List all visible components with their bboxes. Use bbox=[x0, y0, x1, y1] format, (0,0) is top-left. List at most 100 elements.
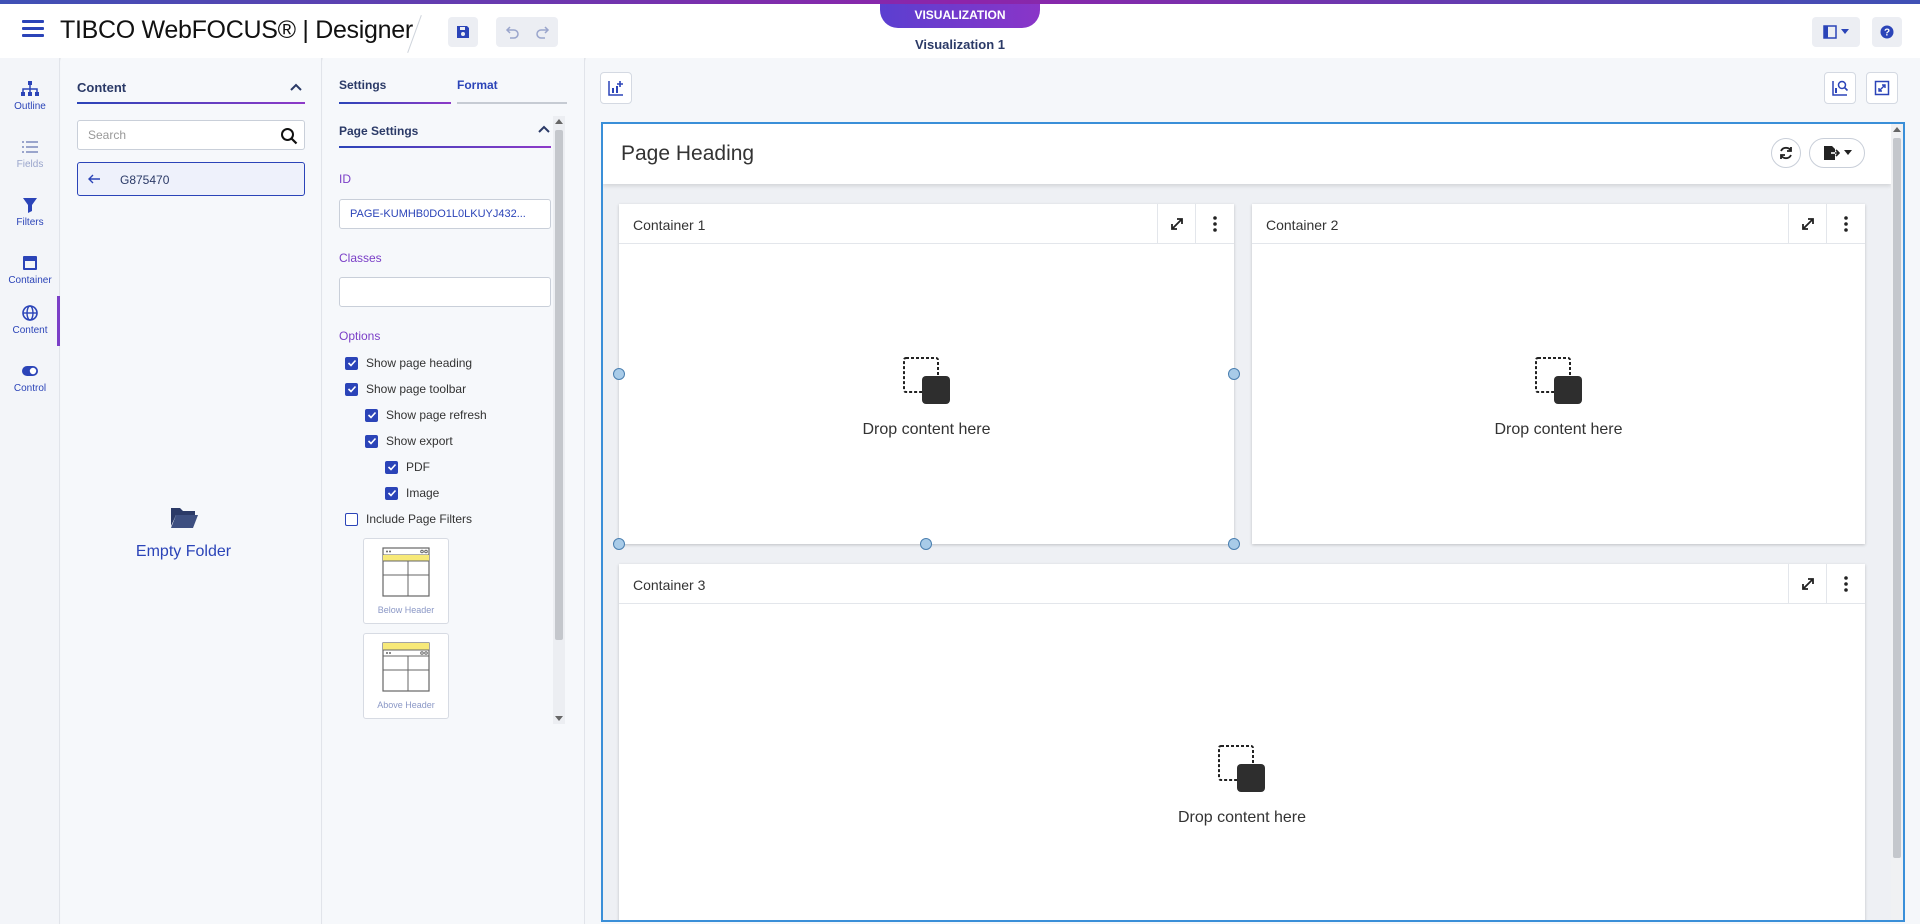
rail-item-content[interactable]: Content bbox=[0, 296, 60, 346]
id-field[interactable]: PAGE-KUMHB0DO1L0LKUYJ432... bbox=[339, 199, 551, 229]
pdf-checkbox[interactable]: PDF bbox=[385, 460, 430, 474]
search-input[interactable] bbox=[78, 121, 258, 149]
content-section-header[interactable]: Content bbox=[77, 80, 305, 104]
page-heading[interactable]: Page Heading bbox=[621, 142, 754, 166]
container-title: Container 1 bbox=[633, 217, 706, 233]
folder-name: G875470 bbox=[120, 173, 170, 187]
checkbox-checked-icon[interactable] bbox=[365, 408, 378, 422]
toggle-icon bbox=[22, 366, 38, 376]
maximize-icon bbox=[1801, 578, 1814, 590]
checkbox-checked-icon[interactable] bbox=[345, 356, 358, 370]
container-2[interactable]: Container 2 Drop content here bbox=[1252, 204, 1865, 544]
chart-search-icon bbox=[1832, 80, 1849, 96]
rail-label: Outline bbox=[14, 101, 46, 112]
drop-zone[interactable]: Drop content here bbox=[619, 744, 1865, 827]
resize-handle[interactable] bbox=[613, 368, 625, 380]
rail-item-filters[interactable]: Filters bbox=[0, 188, 60, 238]
settings-tabs: Settings Format bbox=[339, 78, 567, 104]
panel-layout-icon bbox=[1823, 25, 1837, 39]
layout-below-header-icon bbox=[382, 547, 430, 597]
fields-icon bbox=[22, 141, 38, 153]
outline-icon bbox=[21, 81, 39, 96]
checkbox-unchecked-icon[interactable] bbox=[345, 512, 358, 526]
show-page-heading-checkbox[interactable]: Show page heading bbox=[345, 356, 472, 370]
design-canvas: Page Heading Container 1 Drop content he… bbox=[586, 58, 1920, 924]
search-icon[interactable] bbox=[280, 127, 298, 145]
add-content-button[interactable] bbox=[600, 72, 632, 104]
resize-handle[interactable] bbox=[1228, 368, 1240, 380]
chevron-up-icon[interactable] bbox=[537, 122, 551, 136]
chevron-up-icon[interactable] bbox=[289, 80, 303, 94]
rail-item-control[interactable]: Control bbox=[0, 354, 60, 404]
settings-scrollbar[interactable] bbox=[553, 116, 565, 724]
maximize-button[interactable] bbox=[1788, 204, 1826, 244]
drop-zone[interactable]: Drop content here bbox=[1252, 356, 1865, 439]
more-options-button[interactable] bbox=[1826, 204, 1864, 244]
fullscreen-button[interactable] bbox=[1866, 72, 1898, 104]
content-section-title: Content bbox=[77, 80, 127, 95]
canvas-scrollbar[interactable] bbox=[1891, 124, 1903, 920]
show-page-refresh-checkbox[interactable]: Show page refresh bbox=[365, 408, 487, 422]
scroll-up-icon[interactable] bbox=[1893, 127, 1901, 132]
container-header: Container 1 bbox=[619, 204, 1234, 244]
drop-content-icon bbox=[902, 357, 950, 404]
checkbox-label: Show page heading bbox=[366, 356, 473, 370]
inspect-chart-button[interactable] bbox=[1824, 72, 1856, 104]
layout-dropdown-button[interactable] bbox=[1812, 17, 1860, 47]
checkbox-checked-icon[interactable] bbox=[345, 382, 358, 396]
show-page-toolbar-checkbox[interactable]: Show page toolbar bbox=[345, 382, 466, 396]
drop-zone[interactable]: Drop content here bbox=[619, 356, 1234, 439]
resize-handle[interactable] bbox=[920, 538, 932, 550]
scroll-thumb[interactable] bbox=[1893, 138, 1901, 858]
help-icon: ? bbox=[1880, 25, 1894, 39]
more-options-button[interactable] bbox=[1826, 564, 1864, 604]
checkbox-checked-icon[interactable] bbox=[365, 434, 378, 448]
save-button[interactable] bbox=[448, 17, 478, 47]
tab-settings[interactable]: Settings bbox=[339, 78, 451, 104]
checkbox-label: Image bbox=[406, 486, 440, 500]
settings-panel: Settings Format Page Settings ID PAGE-KU… bbox=[323, 58, 585, 924]
help-button[interactable]: ? bbox=[1872, 17, 1902, 47]
layout-option-below-header[interactable]: Below Header bbox=[363, 538, 449, 624]
content-panel: Content G875470 Empty Folder bbox=[61, 58, 322, 924]
checkbox-label: Show page toolbar bbox=[366, 382, 467, 396]
more-options-button[interactable] bbox=[1195, 204, 1233, 244]
tab-format[interactable]: Format bbox=[457, 78, 567, 104]
globe-icon bbox=[22, 305, 38, 321]
resize-handle[interactable] bbox=[613, 538, 625, 550]
classes-field[interactable] bbox=[339, 277, 551, 307]
maximize-button[interactable] bbox=[1157, 204, 1195, 244]
caret-down-icon bbox=[1841, 29, 1849, 34]
maximize-button[interactable] bbox=[1788, 564, 1826, 604]
checkbox-checked-icon[interactable] bbox=[385, 460, 398, 474]
container-1[interactable]: Container 1 Drop content here bbox=[619, 204, 1234, 544]
resize-handle[interactable] bbox=[1228, 538, 1240, 550]
scroll-down-icon[interactable] bbox=[555, 716, 563, 721]
image-checkbox[interactable]: Image bbox=[385, 486, 439, 500]
checkbox-label: Show page refresh bbox=[386, 408, 487, 422]
drop-content-icon bbox=[1534, 357, 1582, 404]
page-export-button[interactable] bbox=[1809, 138, 1865, 168]
page-frame[interactable]: Page Heading Container 1 Drop content he… bbox=[601, 122, 1905, 922]
layout-option-above-header[interactable]: Above Header bbox=[363, 633, 449, 719]
page-settings-header[interactable]: Page Settings bbox=[339, 124, 551, 148]
undo-icon[interactable] bbox=[504, 24, 520, 40]
drop-content-icon bbox=[1218, 745, 1265, 792]
scroll-up-icon[interactable] bbox=[555, 119, 563, 124]
container-3[interactable]: Container 3 Drop content here bbox=[619, 564, 1865, 920]
arrow-left-icon[interactable] bbox=[86, 171, 102, 187]
rail-label: Content bbox=[12, 325, 48, 336]
show-export-checkbox[interactable]: Show export bbox=[365, 434, 453, 448]
scroll-thumb[interactable] bbox=[555, 130, 563, 640]
page-refresh-button[interactable] bbox=[1771, 138, 1801, 168]
rail-item-container[interactable]: Container bbox=[0, 246, 60, 296]
refresh-icon bbox=[1780, 146, 1792, 160]
include-page-filters-checkbox[interactable]: Include Page Filters bbox=[345, 512, 472, 526]
redo-icon[interactable] bbox=[535, 24, 551, 40]
current-folder[interactable]: G875470 bbox=[77, 162, 305, 196]
drop-content-text: Drop content here bbox=[1494, 421, 1623, 438]
rail-item-outline[interactable]: Outline bbox=[0, 72, 60, 122]
checkbox-checked-icon[interactable] bbox=[385, 486, 398, 500]
hamburger-menu-icon[interactable] bbox=[22, 20, 44, 38]
rail-item-fields[interactable]: Fields bbox=[0, 130, 60, 180]
